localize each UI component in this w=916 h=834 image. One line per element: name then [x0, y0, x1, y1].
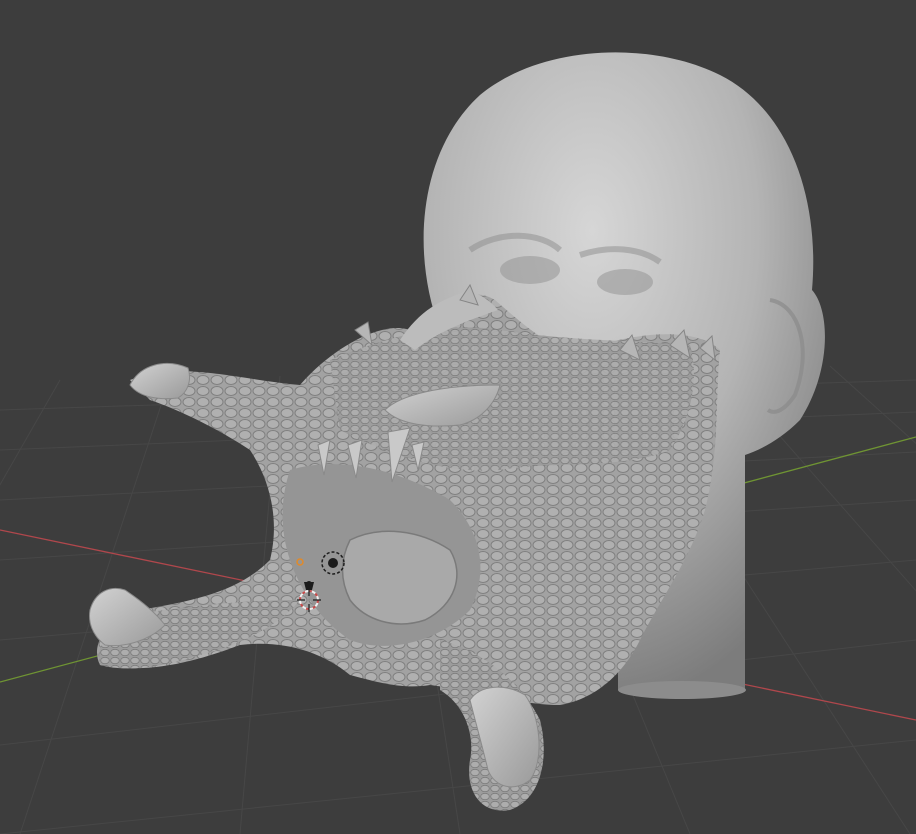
3d-viewport[interactable]: [0, 0, 916, 834]
dragon-mask-mesh[interactable]: [96, 290, 721, 811]
viewport-canvas[interactable]: [0, 0, 916, 834]
horn-upper-left[interactable]: [129, 363, 191, 400]
